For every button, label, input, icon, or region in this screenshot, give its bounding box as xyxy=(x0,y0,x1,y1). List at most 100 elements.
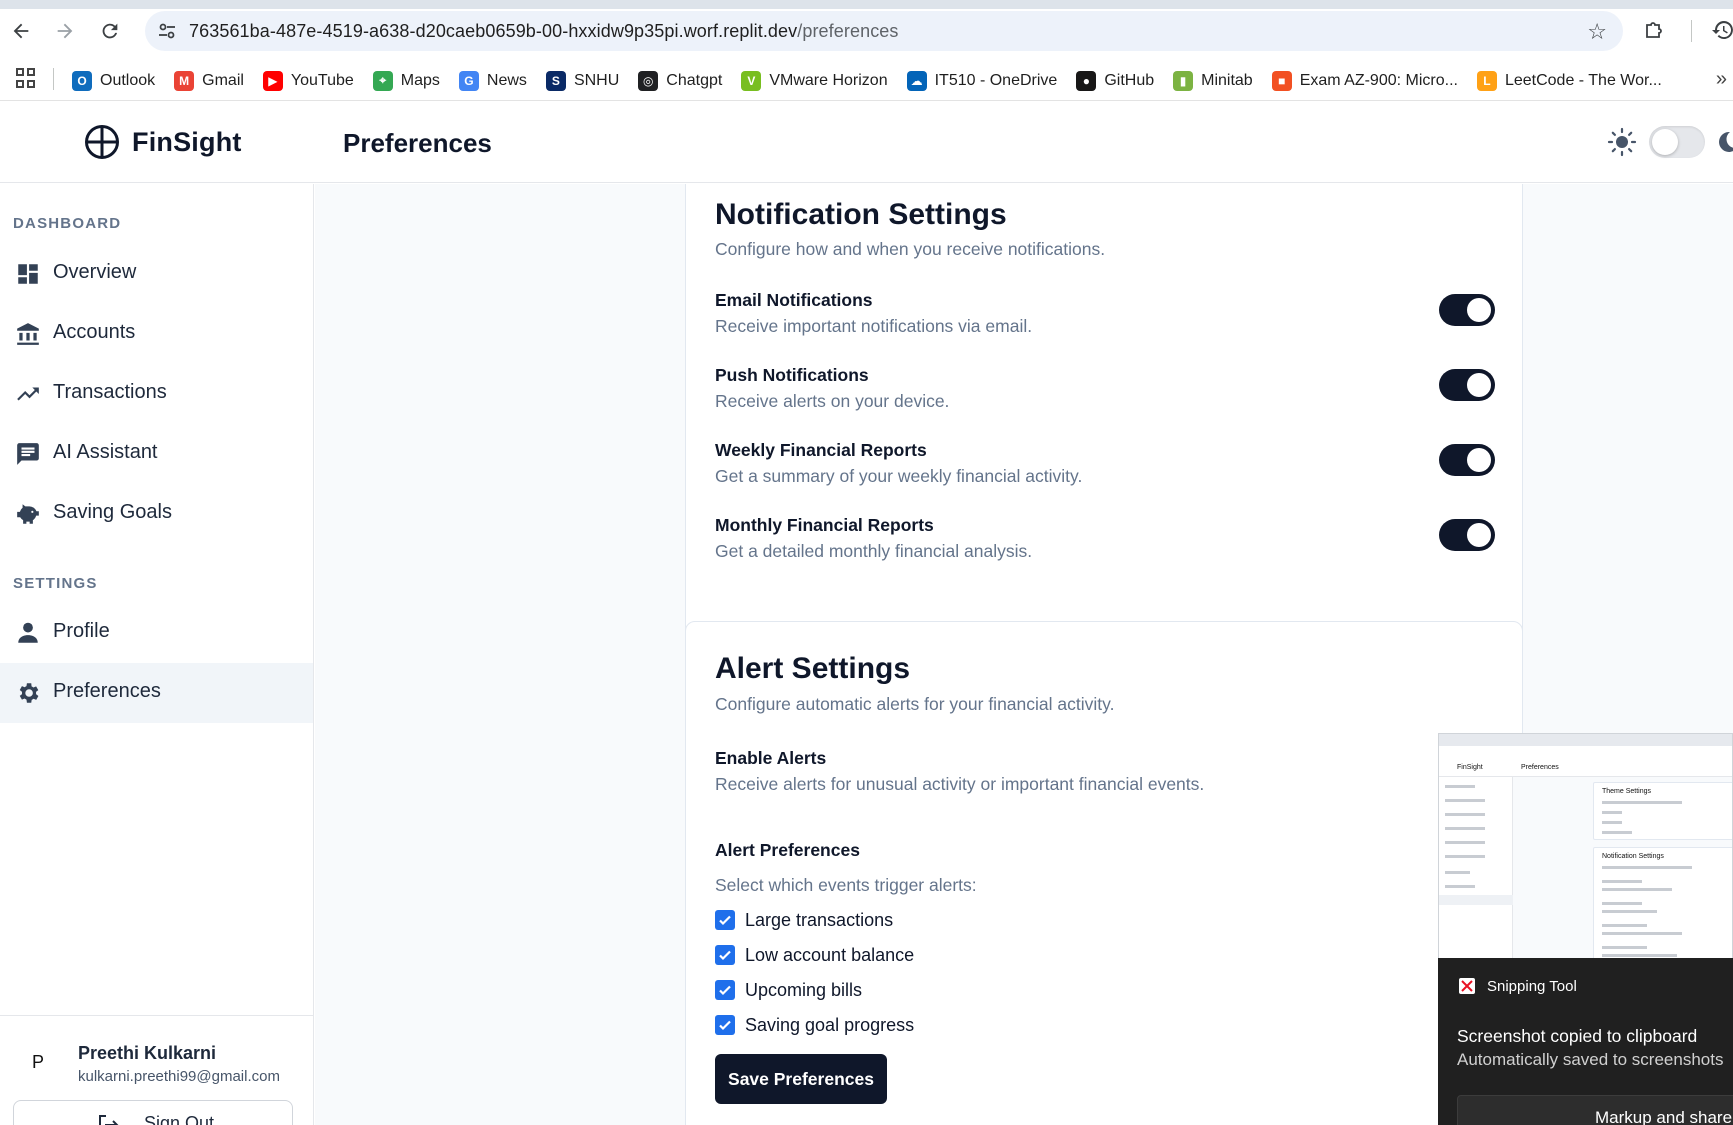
app-header: FinSight Preferences xyxy=(0,101,1733,183)
bookmark-label: LeetCode - The Wor... xyxy=(1504,71,1662,89)
bookmark-item[interactable]: ● GitHub xyxy=(1076,70,1155,91)
bookmark-item[interactable]: ☁ IT510 - OneDrive xyxy=(906,70,1058,91)
tab-strip-edge xyxy=(0,0,1733,9)
leetcode-icon: L xyxy=(1476,70,1497,91)
markup-and-share-button[interactable]: Markup and share xyxy=(1457,1095,1733,1125)
avatar[interactable]: P xyxy=(16,1040,60,1084)
bookmark-item[interactable]: ▶ YouTube xyxy=(262,70,354,91)
checkbox-label: Large transactions xyxy=(745,909,894,930)
bookmark-label: Gmail xyxy=(202,71,244,89)
sidebar-item-accounts[interactable]: Accounts xyxy=(0,304,313,364)
bookmark-item[interactable]: ⌖ Maps xyxy=(372,70,440,91)
thumb-logo: FinSight xyxy=(1457,764,1483,771)
bookmark-label: Chatgpt xyxy=(666,71,723,89)
sidebar-item-label: Profile xyxy=(53,620,110,642)
bank-icon xyxy=(17,323,39,345)
bookmark-list: O Outlook M Gmail ▶ YouTube ⌖ Maps G News S SNHU ◎ Ch… xyxy=(72,60,1681,101)
bookmark-label: GitHub xyxy=(1104,71,1155,89)
checkbox-checked-icon[interactable] xyxy=(715,1015,735,1035)
theme-toggle-knob xyxy=(1652,129,1678,155)
toast-sub-message: Automatically saved to screenshots xyxy=(1457,1050,1724,1069)
setting-title: Monthly Financial Reports xyxy=(715,515,934,535)
news-icon: G xyxy=(458,70,479,91)
person-icon xyxy=(18,622,38,643)
card-description: Configure automatic alerts for your fina… xyxy=(715,694,1115,714)
extensions-icon[interactable] xyxy=(1643,18,1667,42)
forward-icon[interactable] xyxy=(52,18,78,44)
bookmark-item[interactable]: ◎ Chatgpt xyxy=(638,70,723,91)
sidebar-item-overview[interactable]: Overview xyxy=(0,244,313,304)
bookmark-item[interactable]: O Outlook xyxy=(72,70,155,91)
bookmark-item[interactable]: ■ Exam AZ-900: Micro... xyxy=(1271,70,1458,91)
bookmark-star-icon[interactable]: ☆ xyxy=(1587,19,1607,45)
site-info-icon[interactable] xyxy=(157,21,177,41)
reload-icon[interactable] xyxy=(97,18,123,44)
thumb-sidebar xyxy=(1439,777,1513,958)
gmail-icon: M xyxy=(174,70,195,91)
snipping-tool-toast[interactable]: Snipping Tool Screenshot copied to clipb… xyxy=(1438,958,1733,1125)
thumb-card-title: Theme Settings xyxy=(1602,788,1652,795)
app-logo-text[interactable]: FinSight xyxy=(132,127,242,158)
thumb-page-title: Preferences xyxy=(1521,764,1559,771)
checkbox-upcoming-bills[interactable]: Upcoming bills xyxy=(715,979,862,1001)
user-email: kulkarni.preethi99@gmail.com xyxy=(78,1068,280,1085)
sidebar-item-label: AI Assistant xyxy=(53,441,158,463)
toggle-knob xyxy=(1467,523,1491,547)
sidebar-item-label: Overview xyxy=(53,261,137,283)
card-title: Alert Settings xyxy=(715,652,911,685)
sidebar-item-label: Accounts xyxy=(53,321,136,343)
sidebar-item-transactions[interactable]: Transactions xyxy=(0,364,313,424)
toolbar-divider xyxy=(1691,20,1692,42)
sidebar-item-profile[interactable]: Profile xyxy=(0,603,313,663)
github-icon: ● xyxy=(1076,70,1097,91)
bookmark-item[interactable]: L LeetCode - The Wor... xyxy=(1476,70,1662,91)
thumb-main: Theme Settings Notification Settings xyxy=(1513,777,1732,958)
url-host: 763561ba-487e-4519-a638-d20caeb0659b-00-… xyxy=(189,21,798,41)
setting-description: Get a detailed monthly financial analysi… xyxy=(715,541,1033,561)
apps-grid-icon[interactable] xyxy=(16,68,36,88)
checkbox-label: Saving goal progress xyxy=(745,1014,915,1035)
checkbox-checked-icon[interactable] xyxy=(715,910,735,930)
bookmark-item[interactable]: G News xyxy=(458,70,527,91)
bookmark-label: Exam AZ-900: Micro... xyxy=(1299,71,1458,89)
address-bar[interactable]: 763561ba-487e-4519-a638-d20caeb0659b-00-… xyxy=(145,11,1623,51)
url-text[interactable]: 763561ba-487e-4519-a638-d20caeb0659b-00-… xyxy=(189,21,899,42)
page-title: Preferences xyxy=(343,128,492,158)
email-notifications-toggle[interactable] xyxy=(1439,294,1495,326)
sidebar-item-ai-assistant[interactable]: AI Assistant xyxy=(0,424,313,484)
bookmark-item[interactable]: V VMware Horizon xyxy=(741,70,888,91)
monthly-reports-toggle[interactable] xyxy=(1439,519,1495,551)
checkbox-checked-icon[interactable] xyxy=(715,945,735,965)
checkbox-label: Low account balance xyxy=(745,944,915,965)
logout-icon xyxy=(99,1115,119,1125)
screenshot-thumbnail[interactable]: FinSight Preferences Theme Settings Noti… xyxy=(1438,733,1733,959)
weekly-reports-toggle[interactable] xyxy=(1439,444,1495,476)
chat-icon xyxy=(17,443,39,465)
toggle-knob xyxy=(1467,298,1491,322)
checkbox-low-balance[interactable]: Low account balance xyxy=(715,944,914,966)
back-icon[interactable] xyxy=(8,18,34,44)
bookmark-item[interactable]: ▮ Minitab xyxy=(1173,70,1253,91)
checkbox-large-transactions[interactable]: Large transactions xyxy=(715,909,893,931)
user-block: P Preethi Kulkarni kulkarni.preethi99@gm… xyxy=(0,1015,313,1125)
more-bookmarks-icon[interactable]: » xyxy=(1716,68,1727,91)
sign-out-button[interactable]: Sign Out xyxy=(13,1100,293,1125)
trending-up-icon xyxy=(17,387,39,401)
push-notifications-toggle[interactable] xyxy=(1439,369,1495,401)
sidebar-item-preferences[interactable]: Preferences xyxy=(0,663,313,723)
theme-toggle[interactable] xyxy=(1649,126,1705,158)
toast-app-name: Snipping Tool xyxy=(1487,978,1577,995)
bookmark-item[interactable]: S SNHU xyxy=(545,70,619,91)
checkbox-saving-goal-progress[interactable]: Saving goal progress xyxy=(715,1014,914,1036)
bookmark-item[interactable]: M Gmail xyxy=(174,70,244,91)
history-icon[interactable] xyxy=(1711,18,1733,42)
snhu-icon: S xyxy=(545,70,566,91)
sidebar-item-saving-goals[interactable]: Saving Goals xyxy=(0,484,313,544)
save-preferences-button[interactable]: Save Preferences xyxy=(715,1054,887,1104)
checkbox-label: Upcoming bills xyxy=(745,979,863,1000)
bookmark-label: IT510 - OneDrive xyxy=(934,71,1058,89)
thumb-card: Notification Settings xyxy=(1593,847,1732,958)
setting-title: Email Notifications xyxy=(715,290,873,310)
checkbox-checked-icon[interactable] xyxy=(715,980,735,1000)
maps-icon: ⌖ xyxy=(372,70,393,91)
